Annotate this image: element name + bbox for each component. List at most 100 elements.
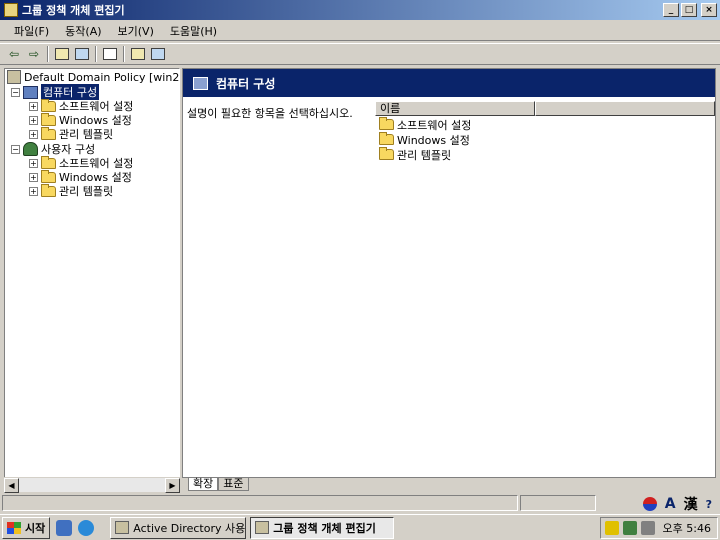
menu-action[interactable]: 동작(A) <box>57 23 109 39</box>
folder-icon <box>41 126 56 140</box>
folder-icon <box>379 117 394 130</box>
column-empty-header[interactable] <box>535 101 715 116</box>
ime-hanja-icon[interactable]: 漢 <box>684 494 698 514</box>
close-button[interactable]: × <box>701 3 717 17</box>
list-item-label: 관리 템플릿 <box>397 148 452 162</box>
show-tree-icon[interactable] <box>72 45 92 63</box>
minimize-button[interactable]: _ <box>663 3 679 17</box>
folder-icon <box>41 98 56 112</box>
quicklaunch-desktop-icon[interactable] <box>56 519 73 536</box>
tree-item-label: 관리 템플릿 <box>59 185 114 198</box>
list-item-label: Windows 설정 <box>397 133 470 147</box>
folder-icon <box>41 183 56 197</box>
folder-icon <box>41 169 56 183</box>
collapse-icon[interactable]: − <box>11 144 20 154</box>
task-group-policy-editor[interactable]: 그룹 정책 개체 편집기 <box>250 516 395 539</box>
tree-root-label: Default Domain Policy [win20 <box>24 70 180 84</box>
tree-item-user-software[interactable]: + 소프트웨어 설정 <box>29 155 133 170</box>
description-text: 설명이 필요한 항목을 선택하십시오. <box>187 107 353 120</box>
tree-item-user-admin[interactable]: + 관리 템플릿 <box>29 183 114 198</box>
tree-root[interactable]: Default Domain Policy [win20 <box>7 70 180 84</box>
view-tabs: 확장 표준 <box>182 478 716 492</box>
console-tree[interactable]: Default Domain Policy [win20 − 컴퓨터 구성 + … <box>4 68 180 492</box>
status-bar <box>0 494 720 512</box>
details-header: 컴퓨터 구성 <box>183 69 715 97</box>
expand-icon[interactable]: + <box>29 129 38 139</box>
expand-icon[interactable]: + <box>29 172 38 182</box>
collapse-icon[interactable]: − <box>11 87 20 97</box>
forward-arrow-icon[interactable]: ⇨ <box>24 45 44 63</box>
tree-item-user-windows[interactable]: + Windows 설정 <box>29 169 132 184</box>
tree-item-computer-config[interactable]: − 컴퓨터 구성 <box>11 84 100 100</box>
list-column-headers: 이름 <box>375 101 715 116</box>
maximize-button[interactable]: □ <box>681 3 697 17</box>
policy-icon <box>7 70 21 84</box>
list-item[interactable]: Windows 설정 <box>379 132 470 147</box>
group-policy-editor-window: 그룹 정책 개체 편집기 _ □ × 파일(F) 동작(A) 보기(V) 도움말… <box>0 0 720 514</box>
menu-help[interactable]: 도움말(H) <box>162 23 225 39</box>
list-item[interactable]: 소프트웨어 설정 <box>379 117 471 132</box>
folder-icon <box>41 112 56 126</box>
status-cell-main <box>2 495 518 511</box>
start-label: 시작 <box>25 521 46 535</box>
keyboard-icon[interactable] <box>640 521 655 535</box>
properties-icon[interactable] <box>128 45 148 63</box>
policy-editor-icon <box>255 521 270 534</box>
ime-help-icon[interactable]: ? <box>706 498 712 511</box>
list-item-label: 소프트웨어 설정 <box>397 118 472 132</box>
menu-file[interactable]: 파일(F) <box>6 23 57 39</box>
window-title: 그룹 정책 개체 편집기 <box>22 4 125 17</box>
toolbar-separator <box>123 46 125 62</box>
export-list-icon[interactable] <box>100 45 120 63</box>
tree-item-computer-software[interactable]: + 소프트웨어 설정 <box>29 98 133 113</box>
folder-icon <box>41 155 56 169</box>
tree-item-computer-admin[interactable]: + 관리 템플릿 <box>29 126 114 141</box>
quicklaunch-ie-icon[interactable] <box>78 519 95 536</box>
active-directory-icon <box>115 521 130 534</box>
user-icon <box>23 142 38 156</box>
task-label: Active Directory 사용... <box>133 521 247 535</box>
folder-icon <box>379 132 394 145</box>
ime-toolbar: A 漢 ? <box>639 494 716 514</box>
details-header-title: 컴퓨터 구성 <box>216 76 276 91</box>
policy-editor-icon <box>4 3 18 17</box>
tree-item-computer-windows[interactable]: + Windows 설정 <box>29 112 132 127</box>
ime-korean-icon[interactable] <box>642 497 657 511</box>
expand-icon[interactable]: + <box>29 158 38 168</box>
list-item[interactable]: 관리 템플릿 <box>379 147 451 162</box>
menu-view[interactable]: 보기(V) <box>110 23 162 39</box>
computer-icon <box>193 76 208 90</box>
ime-mode-icon[interactable]: A <box>665 496 676 512</box>
tab-standard[interactable]: 표준 <box>218 478 249 491</box>
start-button[interactable]: 시작 <box>2 516 51 539</box>
expand-icon[interactable]: + <box>29 115 38 125</box>
taskbar: 시작 Active Directory 사용... 그룹 정책 개체 편집기 오… <box>0 514 720 540</box>
system-tray: 오후 5:46 <box>600 517 718 539</box>
task-active-directory[interactable]: Active Directory 사용... <box>110 516 247 539</box>
expand-icon[interactable]: + <box>29 186 38 196</box>
task-label: 그룹 정책 개체 편집기 <box>273 521 376 535</box>
computer-icon <box>23 85 38 99</box>
scroll-left-button[interactable]: ◀ <box>4 478 19 493</box>
details-pane[interactable]: 컴퓨터 구성 설명이 필요한 항목을 선택하십시오. 이름 소프트웨어 설정 W… <box>182 68 716 478</box>
tree-item-label: 관리 템플릿 <box>59 128 114 141</box>
column-name-header[interactable]: 이름 <box>375 101 535 116</box>
tree-item-user-config[interactable]: − 사용자 구성 <box>11 142 95 156</box>
help-icon[interactable] <box>148 45 168 63</box>
up-folder-icon[interactable] <box>52 45 72 63</box>
back-arrow-icon[interactable]: ⇦ <box>4 45 24 63</box>
clock[interactable]: 오후 5:46 <box>663 520 711 536</box>
shield-icon[interactable] <box>604 521 619 535</box>
folder-icon <box>379 147 394 160</box>
windows-logo-icon <box>7 521 21 534</box>
network-icon[interactable] <box>622 521 637 535</box>
toolbar: ⇦ ⇨ <box>0 43 720 65</box>
tab-extended[interactable]: 확장 <box>188 478 219 491</box>
toolbar-separator <box>47 46 49 62</box>
scroll-right-button[interactable]: ▶ <box>165 478 180 493</box>
expand-icon[interactable]: + <box>29 101 38 111</box>
toolbar-separator <box>95 46 97 62</box>
status-cell-secondary <box>520 495 596 511</box>
title-bar[interactable]: 그룹 정책 개체 편집기 _ □ × <box>0 0 720 20</box>
tree-horizontal-scrollbar[interactable]: ◀ ▶ <box>4 477 180 493</box>
